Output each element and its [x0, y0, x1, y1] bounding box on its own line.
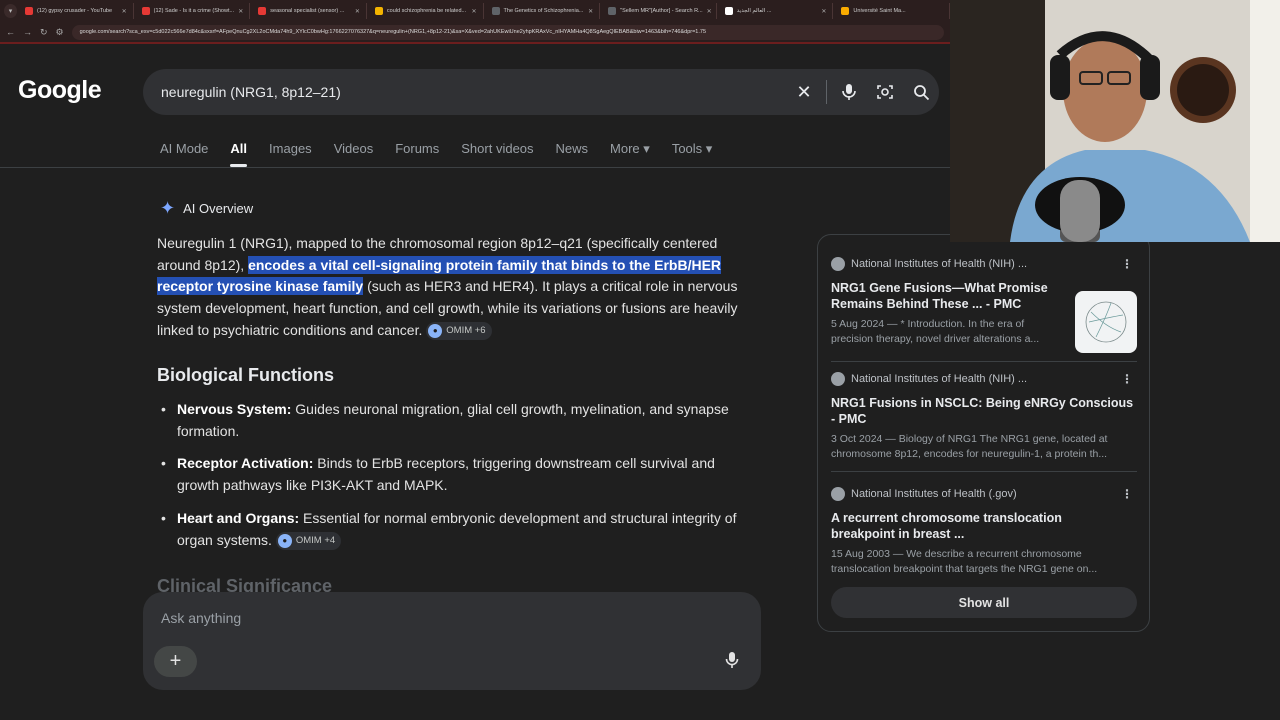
tab-tools[interactable]: Tools ▾: [672, 141, 713, 157]
site-info-icon[interactable]: ⚙: [56, 27, 64, 38]
tab-search-icon[interactable]: ▾: [4, 4, 18, 18]
source-title[interactable]: NRG1 Fusions in NSCLC: Being eNRGy Consc…: [831, 395, 1137, 427]
ai-overview-title: AI Overview: [183, 200, 254, 216]
browser-tab[interactable]: "Sellem MR"[Author] - Search R... ✕: [602, 3, 717, 19]
browser-tab[interactable]: العالم الجديد ... ✕: [719, 3, 834, 19]
search-input[interactable]: neuregulin (NRG1, 8p12–21): [161, 84, 786, 100]
source-card[interactable]: National Institutes of Health (NIH) ... …: [831, 257, 1137, 362]
globe-icon: [831, 257, 845, 271]
tab-videos[interactable]: Videos: [334, 141, 374, 157]
tab-more[interactable]: More ▾: [610, 141, 650, 157]
source-snippet: 15 Aug 2003 — We describe a recurrent ch…: [831, 548, 1098, 575]
functions-list: Nervous System: Guides neuronal migratio…: [157, 399, 737, 562]
source-title[interactable]: A recurrent chromosome translocation bre…: [831, 510, 1081, 542]
source-snippet: 5 Aug 2024 — * Introduction. In the era …: [831, 318, 1040, 345]
browser-tab[interactable]: could schizophrenia be related... ✕: [369, 3, 484, 19]
search-icon[interactable]: [903, 74, 939, 110]
more-options-icon[interactable]: ⋮: [1121, 372, 1133, 386]
browser-tab[interactable]: (12) gypsy crusader - YouTube ✕: [19, 3, 134, 19]
source-card[interactable]: National Institutes of Health (NIH) ... …: [831, 372, 1137, 472]
url-input[interactable]: google.com/search?sca_esv=c5d022c566e7d8…: [71, 24, 944, 40]
show-all-button[interactable]: Show all: [831, 587, 1137, 618]
tab-short-videos[interactable]: Short videos: [461, 141, 533, 157]
ai-overview-header: ✦ AI Overview: [160, 199, 253, 217]
search-box[interactable]: neuregulin (NRG1, 8p12–21) ✕: [143, 69, 939, 115]
site-favicon: [374, 7, 383, 15]
ai-overview-text: Neuregulin 1 (NRG1), mapped to the chrom…: [157, 233, 742, 342]
google-logo[interactable]: Google: [18, 76, 102, 105]
search-tabs: AI Mode All Images Videos Forums Short v…: [160, 141, 713, 167]
source-chip[interactable]: ● OMIM +4: [275, 531, 342, 550]
source-title[interactable]: NRG1 Gene Fusions—What Promise Remains B…: [831, 280, 1061, 312]
site-favicon: [491, 7, 500, 15]
divider: [826, 80, 827, 104]
source-globe-icon: ●: [428, 324, 443, 339]
close-icon[interactable]: ✕: [472, 8, 477, 15]
forward-icon[interactable]: →: [23, 27, 32, 37]
ask-anything-box[interactable]: Ask anything +: [143, 592, 761, 690]
more-options-icon[interactable]: ⋮: [1121, 487, 1133, 501]
header-divider: [0, 167, 950, 168]
browser-tab[interactable]: seasonal specialist (sensor) ... ✕: [252, 3, 367, 19]
source-thumbnail[interactable]: [1075, 291, 1137, 353]
tab-images[interactable]: Images: [269, 141, 312, 157]
globe-icon: [831, 372, 845, 386]
back-icon[interactable]: ←: [6, 27, 15, 37]
section-heading: Biological Functions: [157, 365, 335, 385]
youtube-icon: [25, 7, 34, 15]
tab-all[interactable]: All: [230, 141, 247, 167]
close-icon[interactable]: ✕: [122, 8, 127, 15]
close-icon[interactable]: ✕: [355, 8, 360, 15]
section-heading-faded: Clinical Significance: [157, 576, 333, 592]
lens-camera-icon[interactable]: [867, 74, 903, 110]
list-item: Nervous System: Guides neuronal migratio…: [157, 399, 737, 442]
sources-panel: National Institutes of Health (NIH) ... …: [817, 234, 1150, 632]
site-favicon: [841, 7, 850, 15]
reload-icon[interactable]: ↻: [40, 27, 48, 38]
close-icon[interactable]: ✕: [588, 8, 593, 15]
source-globe-icon: ●: [277, 533, 292, 548]
voice-search-icon[interactable]: [831, 74, 867, 110]
browser-tab[interactable]: (12) Sade - Is it a crime (Showt... ✕: [136, 3, 251, 19]
sparkle-icon: ✦: [160, 198, 176, 218]
browser-tabstrip: ▾ (12) gypsy crusader - YouTube ✕ (12) Sa…: [0, 0, 951, 22]
more-options-icon[interactable]: ⋮: [1121, 257, 1133, 271]
microphone-icon[interactable]: [725, 651, 739, 674]
tab-news[interactable]: News: [556, 141, 589, 157]
source-card[interactable]: National Institutes of Health (.gov) ⋮ A…: [831, 487, 1137, 582]
clear-icon[interactable]: ✕: [786, 74, 822, 110]
list-item: Receptor Activation: Binds to ErbB recep…: [157, 453, 737, 496]
tab-ai-mode[interactable]: AI Mode: [160, 141, 208, 157]
browser-tab[interactable]: Université Saint Ma...: [835, 3, 951, 19]
globe-icon: [831, 487, 845, 501]
add-attachment-button[interactable]: +: [154, 646, 197, 677]
browser-tab[interactable]: The Genetics of Schizophrenia... ✕: [486, 3, 601, 19]
source-chip[interactable]: ● OMIM +6: [426, 322, 492, 341]
close-icon[interactable]: ✕: [707, 8, 712, 15]
list-item: Heart and Organs: Essential for normal e…: [157, 508, 737, 551]
site-favicon: [724, 7, 733, 15]
close-icon[interactable]: ✕: [238, 8, 243, 15]
youtube-icon: [258, 7, 267, 15]
ask-input[interactable]: Ask anything: [161, 610, 241, 626]
source-snippet: 3 Oct 2024 — Biology of NRG1 The NRG1 ge…: [831, 433, 1108, 460]
youtube-icon: [141, 7, 150, 15]
tab-forums[interactable]: Forums: [395, 141, 439, 157]
close-icon[interactable]: ✕: [821, 8, 826, 15]
site-favicon: [608, 7, 617, 15]
webcam-overlay: [950, 0, 1280, 242]
address-bar-row: ← → ↻ ⚙ google.com/search?sca_esv=c5d022…: [0, 22, 950, 44]
